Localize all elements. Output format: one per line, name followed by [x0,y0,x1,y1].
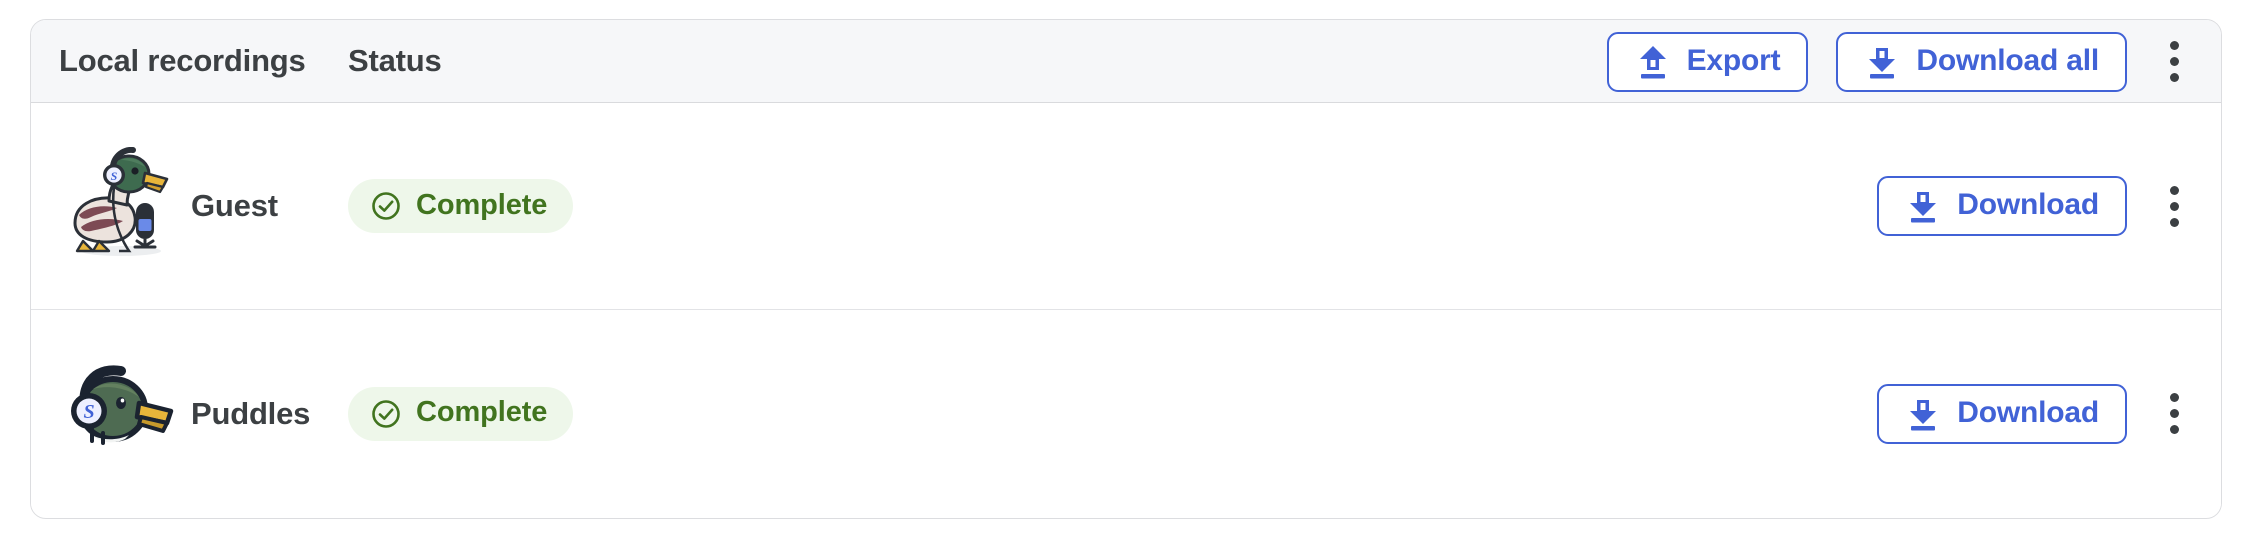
kebab-dot [2169,393,2179,402]
kebab-menu-icon[interactable] [2143,31,2205,93]
column-header-local-recordings: Local recordings [59,43,306,78]
row-participant-name: Guest [191,188,278,223]
kebab-dot [2169,41,2179,50]
kebab-dot [2169,73,2179,82]
row-participant-name: Puddles [191,395,311,431]
row-status-cell: Complete [348,179,574,233]
export-button-label: Export [1686,43,1781,77]
download-button[interactable]: Download [1877,176,2127,236]
download-button[interactable]: Download [1877,383,2127,444]
download-button-label: Download [1957,188,2099,221]
kebab-dot [2169,201,2179,211]
download-button-label: Download [1957,395,2099,429]
export-button[interactable]: Export [1606,31,1809,92]
header-actions: Export Download all [1606,20,2221,103]
column-header-status: Status [348,43,442,78]
row-actions: Download [1877,383,2221,445]
duck-head-with-headphones-avatar: S [59,355,177,473]
download-all-button-label: Download all [1916,43,2099,77]
table-header-row: Local recordings Status Export Download … [31,20,2221,103]
local-recordings-card: Local recordings Status Export Download … [30,19,2222,519]
row-status-cell: Complete [348,386,574,441]
table-row: S Puddles Complete Download [31,310,2221,517]
status-badge: Complete [348,386,574,441]
svg-text:S: S [111,169,118,183]
kebab-menu-icon[interactable] [2143,383,2205,445]
status-badge-label: Complete [416,188,548,221]
download-all-button[interactable]: Download all [1836,31,2127,92]
kebab-dot [2169,409,2179,418]
row-actions: Download [1877,175,2221,237]
status-badge-label: Complete [416,396,548,428]
check-circle-icon [370,398,402,430]
kebab-dot [2169,425,2179,434]
download-icon [1905,187,1941,225]
status-badge: Complete [348,179,574,233]
download-icon [1905,395,1941,433]
download-icon [1864,43,1900,81]
kebab-dot [2169,217,2179,227]
check-circle-icon [370,190,402,222]
local-recordings-panel: Local recordings Status Export Download … [0,0,2245,548]
upload-icon [1635,43,1671,81]
kebab-dot [2169,185,2179,195]
svg-text:S: S [83,401,94,423]
duck-with-headphones-and-microphone-avatar: S [59,147,177,265]
table-row: S Guest Complete Download [31,103,2221,310]
kebab-dot [2169,57,2179,66]
kebab-menu-icon[interactable] [2143,175,2205,237]
